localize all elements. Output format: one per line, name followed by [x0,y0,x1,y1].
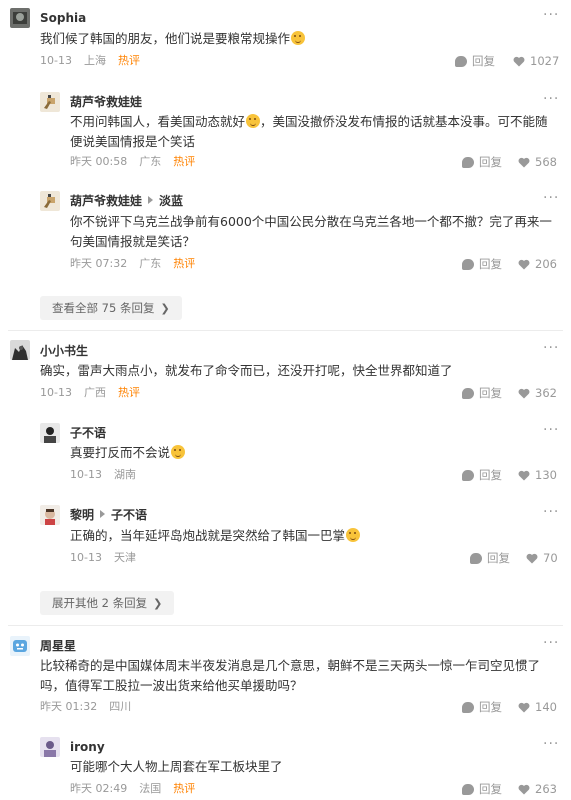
username[interactable]: 葫芦爷救娃娃 [70,94,142,110]
chevron-right-icon: ❯ [160,302,170,315]
reply-button[interactable]: 回复 [462,386,502,400]
reply-button[interactable]: 回复 [462,155,502,169]
avatar[interactable] [40,423,60,443]
reply-button[interactable]: 回复 [462,257,502,271]
like-button[interactable]: 140 [518,700,557,714]
reply-text: 不用问韩国人，看美国动态就好 ，美国没撤侨没发布情报的话就基本没事。可不能随便说美… [70,114,548,149]
reply-button[interactable]: 回复 [462,782,502,796]
reply-icon [462,784,474,795]
like-button[interactable]: 568 [518,155,557,169]
emoji-icon [246,114,261,128]
divider [8,625,563,626]
like-button[interactable]: 263 [518,782,557,796]
like-button[interactable]: 130 [518,468,557,482]
like-icon [518,784,530,795]
more-options-icon[interactable]: ··· [543,423,559,437]
like-icon [518,388,530,399]
comment-text: 比较稀奇的是中国媒体周末半夜发消息是几个意思，朝鲜不是三天两头一惊一乍司空见惯了… [40,658,541,693]
avatar[interactable] [40,92,60,112]
comment-text: 我们候了韩国的朋友，他们说是要粮常规操作 [40,29,540,49]
reply-button[interactable]: 回复 [470,551,510,565]
emoji-icon [291,31,306,45]
more-options-icon[interactable]: ··· [543,92,559,106]
reply-to-user[interactable]: 子不语 [111,508,147,522]
reply-icon [462,702,474,713]
reply-meta: 10-13 天津 [70,551,136,564]
reply-icon [470,553,482,564]
reply-text: 真要打反而不会说 [70,443,560,463]
hot-badge: 热评 [117,386,140,399]
comment-meta: 昨天 01:32 四川 [40,700,132,713]
reply-to-user[interactable]: 淡蓝 [159,194,183,208]
username[interactable]: 黎明 子不语 [70,507,147,523]
reply-meta: 昨天 02:49 法国 热评 [70,782,196,795]
like-button[interactable]: 70 [526,551,558,565]
avatar[interactable] [40,191,60,211]
chevron-right-icon: ❯ [153,597,163,610]
like-icon [513,56,525,67]
avatar[interactable] [10,636,30,656]
reply-text: 你不锐评下乌克兰战争前有6000个中国公民分散在乌克兰各地一个都不撤？完了再来一… [70,214,552,249]
reply-meta: 昨天 07:32 广东 热评 [70,257,196,270]
avatar[interactable] [10,340,30,360]
like-button[interactable]: 362 [518,386,557,400]
reply-button[interactable]: 回复 [462,468,502,482]
reply-to-arrow-icon [100,510,106,518]
like-icon [526,553,538,564]
comment-meta: 10-13 上海 热评 [40,54,140,67]
username[interactable]: Sophia [40,10,86,26]
username[interactable]: irony [70,739,105,755]
reply-text: 正确的，当年延坪岛炮战就是突然给了韩国一巴掌 [70,526,560,546]
more-options-icon[interactable]: ··· [543,505,559,519]
like-icon [518,470,530,481]
username[interactable]: 子不语 [70,425,106,441]
reply-icon [462,157,474,168]
avatar[interactable] [40,737,60,757]
username[interactable]: 周星星 [40,638,76,654]
like-icon [518,157,530,168]
reply-icon [455,56,467,67]
like-button[interactable]: 206 [518,257,557,271]
reply-icon [462,259,474,270]
avatar[interactable] [10,8,30,28]
reply-meta: 10-13 湖南 [70,468,136,481]
hot-badge: 热评 [173,155,196,168]
view-all-replies-button[interactable]: 查看全部 75 条回复 ❯ [40,296,182,320]
reply-button[interactable]: 回复 [455,54,495,68]
comment-text: 确实，雷声大雨点小，就发布了命令而已，还没开打呢，快全世界都知道了 [40,363,453,378]
expand-replies-button[interactable]: 展开其他 2 条回复 ❯ [40,591,175,615]
reply-text: 可能哪个大人物上周套在军工板块里了 [70,759,283,774]
reply-icon [462,470,474,481]
emoji-icon [346,528,361,542]
hot-badge: 热评 [173,782,196,795]
more-options-icon[interactable]: ··· [543,341,559,355]
divider [8,330,563,331]
hot-badge: 热评 [173,257,196,270]
username[interactable]: 葫芦爷救娃娃 淡蓝 [70,193,183,209]
like-icon [518,702,530,713]
reply-meta: 昨天 00:58 广东 热评 [70,155,196,168]
more-options-icon[interactable]: ··· [543,737,559,751]
like-icon [518,259,530,270]
comment-meta: 10-13 广西 热评 [40,386,140,399]
hot-badge: 热评 [117,54,140,67]
emoji-icon [171,445,186,459]
more-options-icon[interactable]: ··· [543,8,559,22]
like-button[interactable]: 1027 [513,54,559,68]
avatar[interactable] [40,505,60,525]
reply-icon [462,388,474,399]
reply-button[interactable]: 回复 [462,700,502,714]
username[interactable]: 小小书生 [40,343,88,359]
more-options-icon[interactable]: ··· [543,636,559,650]
more-options-icon[interactable]: ··· [543,191,559,205]
reply-to-arrow-icon [148,196,154,204]
